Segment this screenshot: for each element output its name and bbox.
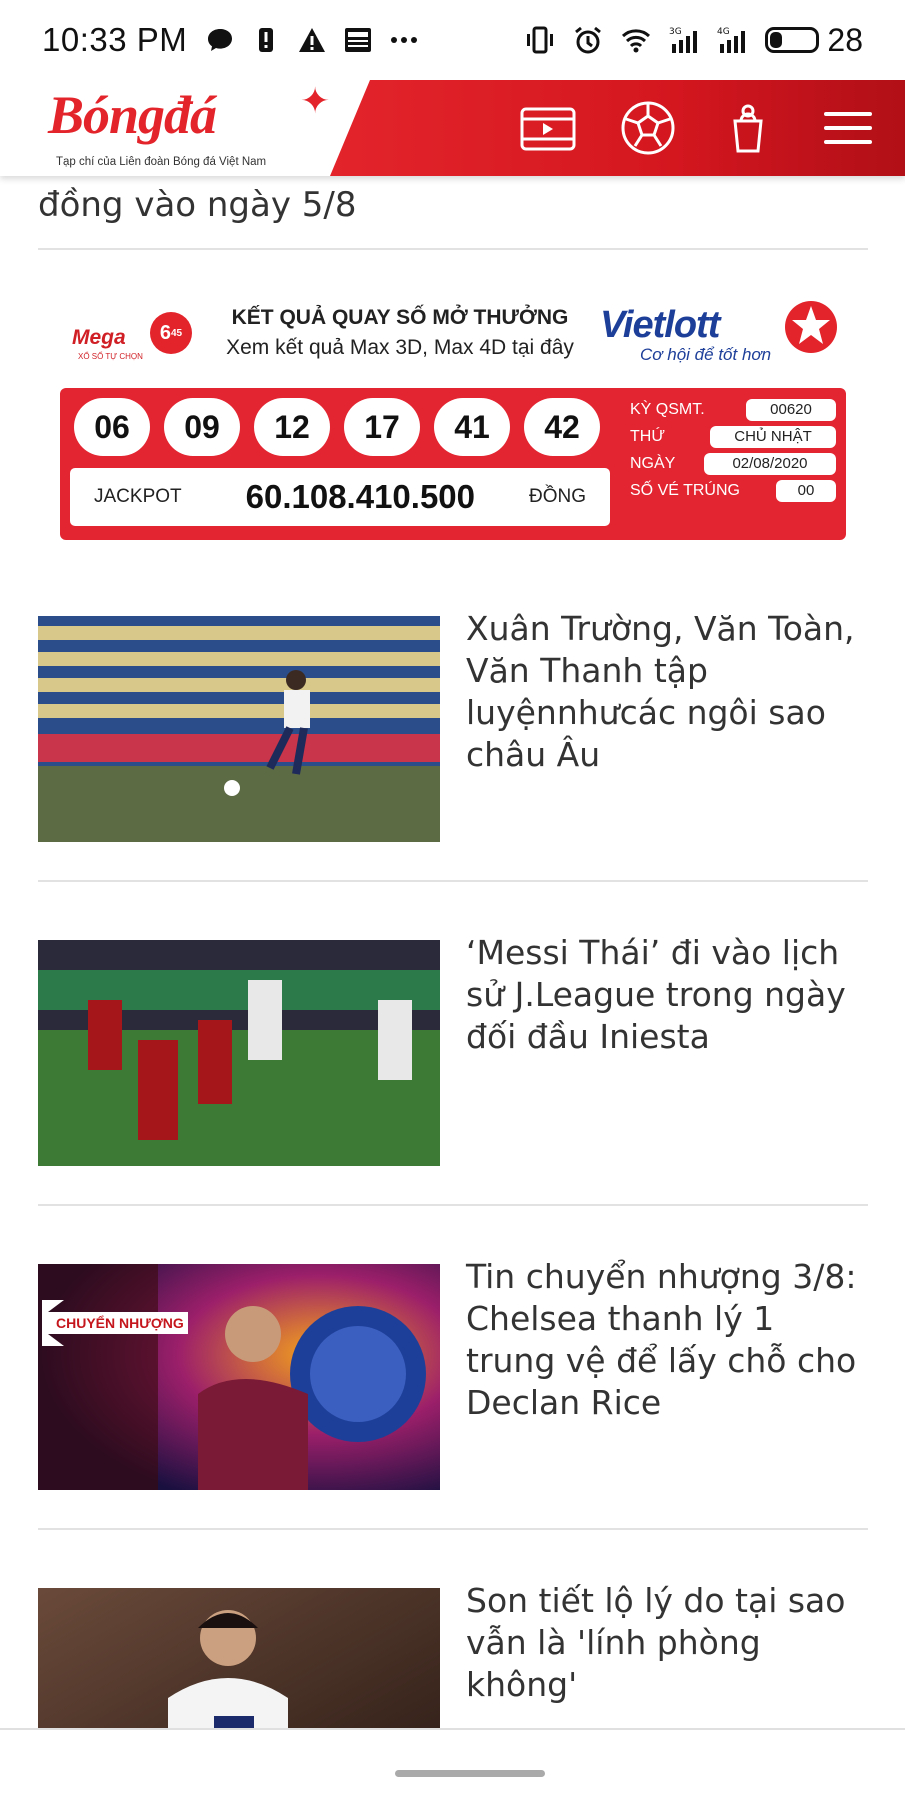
battery-level: 28 [827,21,863,58]
article-thumbnail[interactable] [38,616,440,842]
article-title[interactable]: ‘Messi Thái’ đi vào lịch sử J.League tro… [466,932,868,1166]
logo-star-icon: ✦ [300,80,331,121]
article-title[interactable]: Xuân Trường, Văn Toàn, Văn Thanh tập luy… [466,608,868,842]
notification-icons [205,25,419,55]
draw-info: KỲ QSMT. 00620 THỨ CHỦ NHẬT NGÀY 02/08/2020… [630,396,836,504]
lottery-ball: 06 [74,398,150,456]
article-item[interactable]: CHUYỂN NHƯỢNG Tin chuyển nhượng 3/8: Che… [38,1206,868,1528]
lottery-results-box: 06 09 12 17 41 42 JACKPOT 60.108.410.500 ĐỒNG… [60,388,846,540]
jackpot-unit: ĐỒNG [529,486,586,507]
logo-text: Bóngđá [48,85,217,145]
football-icon[interactable] [617,97,679,159]
lottery-ball: 41 [434,398,510,456]
home-indicator[interactable] [395,1770,545,1777]
system-navigation-bar [0,1728,905,1810]
draw-info-row: KỲ QSMT. 00620 [630,396,836,423]
divider [38,248,868,250]
lottery-ball: 17 [344,398,420,456]
mega645-logo: Mega 6 45 XỔ SỐ TỰ CHỌN [72,308,192,368]
alarm-icon [573,25,603,55]
draw-info-row: THỨ CHỦ NHẬT [630,423,836,450]
article-feed: đồng vào ngày 5/8 Mega 6 45 XỔ SỐ TỰ CHỌN… [38,176,868,1810]
article-title[interactable]: Tin chuyển nhượng 3/8: Chelsea thanh lý … [466,1256,868,1490]
article-item[interactable]: ‘Messi Thái’ đi vào lịch sử J.League tro… [38,882,868,1204]
shop-icon[interactable] [717,97,779,159]
lottery-ball: 12 [254,398,330,456]
lottery-headline: KẾT QUẢ QUAY SỐ MỞ THƯỞNG Xem kết quả Ma… [210,306,590,360]
article-thumbnail[interactable] [38,940,440,1166]
system-icons: 3G 4G 28 [525,22,863,59]
battery-icon: 28 [765,22,863,59]
jackpot-label: JACKPOT [94,486,182,507]
article-item[interactable]: Xuân Trường, Văn Toàn, Văn Thanh tập luy… [38,558,868,880]
wifi-icon [621,25,651,55]
more-icon [389,25,419,55]
signal-4g-icon: 4G [717,25,747,55]
mega-logo-text: Mega [72,326,126,349]
lottery-widget[interactable]: Mega 6 45 XỔ SỐ TỰ CHỌN KẾT QUẢ QUAY SỐ M… [38,268,868,558]
jackpot-value: 60.108.410.500 [245,478,476,515]
vietlott-logo: Vietlott Cơ hội để tốt hơn [600,301,840,384]
video-icon[interactable] [517,97,579,159]
svg-text:3G: 3G [669,27,682,37]
lottery-title: KẾT QUẢ QUAY SỐ MỞ THƯỞNG [231,306,569,329]
warning-icon [297,25,327,55]
svg-text:4G: 4G [717,27,730,37]
site-header: Bóngđá ✦ Tạp chí của Liên đoàn Bóng đá V… [0,80,905,176]
lottery-subtitle[interactable]: Xem kết quả Max 3D, Max 4D tại đây [210,336,590,360]
thumb-badge: CHUYỂN NHƯỢNG [56,1314,184,1331]
vietlott-star-icon [785,301,837,353]
header-icons [517,80,905,176]
status-bar: 10:33 PM 3G 4G 28 [0,0,905,80]
vibrate-icon [525,25,555,55]
lottery-ball: 09 [164,398,240,456]
site-logo[interactable]: Bóngđá ✦ Tạp chí của Liên đoàn Bóng đá V… [48,80,338,174]
previous-article-title[interactable]: đồng vào ngày 5/8 [38,184,868,226]
page: 10:33 PM 3G 4G 28 Bóngđá ✦ Tạp chí của L… [0,0,905,1810]
winning-numbers: 06 09 12 17 41 42 [74,398,600,456]
article-thumbnail[interactable]: CHUYỂN NHƯỢNG [38,1264,440,1490]
mega-ball-icon: 6 45 [150,312,192,354]
signal-3g-icon: 3G [669,25,699,55]
draw-info-row: SỐ VÉ TRÚNG 00 [630,477,836,504]
news-icon [343,25,373,55]
menu-icon[interactable] [817,97,879,159]
jackpot-bar: JACKPOT 60.108.410.500 ĐỒNG [70,468,610,526]
mega-sub-text: XỔ SỐ TỰ CHỌN [78,352,143,361]
chat-icon [205,25,235,55]
draw-info-row: NGÀY 02/08/2020 [630,450,836,477]
lottery-ball: 42 [524,398,600,456]
logo-tagline: Tạp chí của Liên đoàn Bóng đá Việt Nam [56,156,267,168]
status-time: 10:33 PM [42,21,188,58]
alert-icon [251,25,281,55]
